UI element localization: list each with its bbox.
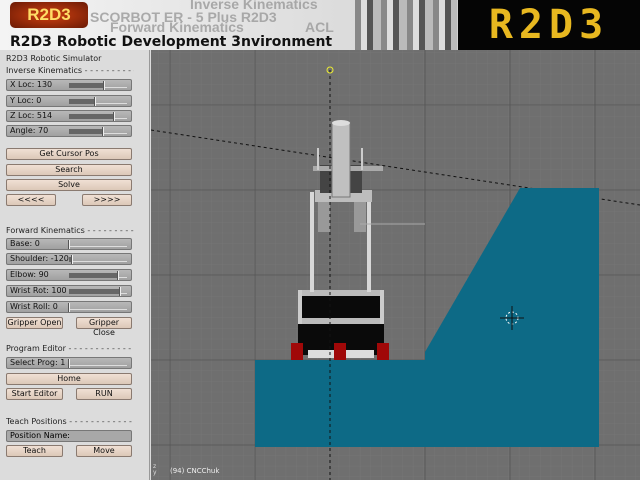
position-name-field[interactable]: Position Name: [6, 430, 132, 442]
slider-x-loc[interactable]: X Loc: 130 [6, 79, 132, 91]
slider-knob[interactable] [117, 271, 120, 280]
move-button[interactable]: Move [76, 445, 132, 457]
solve-button[interactable]: Solve [6, 179, 132, 191]
slider-knob[interactable] [94, 97, 97, 106]
previous-button[interactable]: <<<< [6, 194, 56, 206]
slider-angle[interactable]: Angle: 70 [6, 125, 132, 137]
section-teach-positions: Teach Positions [6, 417, 134, 426]
base-block[interactable] [255, 360, 425, 447]
slider-knob[interactable] [102, 81, 105, 90]
app-title: R2D3 Robotic Development 3nvironment [10, 34, 333, 50]
search-button[interactable]: Search [6, 164, 132, 176]
slider-knob[interactable] [101, 127, 104, 136]
logo-small: R2D3 [10, 2, 88, 28]
slider-z-loc[interactable]: Z Loc: 514 [6, 110, 132, 122]
slider-fill [69, 273, 119, 278]
section-inverse-kinematics: Inverse Kinematics [6, 66, 134, 75]
slider-base[interactable]: Base: 0 [6, 238, 132, 250]
select-program-slider[interactable]: Select Prog: 1 [6, 357, 132, 369]
robot-photos [355, 0, 457, 50]
banner: R2D3 Inverse Kinematics SCORBOT ER - 5 P… [0, 0, 640, 50]
slider-knob[interactable] [68, 359, 70, 368]
control-panel: R2D3 Robotic Simulator Inverse Kinematic… [0, 50, 150, 480]
slider-shoulder[interactable]: Shoulder: -120 [6, 253, 132, 265]
slider-elbow[interactable]: Elbow: 90 [6, 269, 132, 281]
banner-ghost-text: ACL [305, 19, 334, 35]
slider-label: Z Loc: 514 [10, 111, 53, 120]
slider-label: Angle: 70 [10, 126, 49, 135]
slider-label: Wrist Rot: 100 [10, 286, 67, 295]
start-editor-button[interactable]: Start Editor [6, 388, 63, 400]
slider-fill [69, 289, 121, 294]
slider-knob[interactable] [70, 255, 73, 264]
teach-button[interactable]: Teach [6, 445, 63, 457]
3d-viewport[interactable] [151, 50, 640, 480]
slider-wrist-roll[interactable]: Wrist Roll: 0 [6, 301, 132, 313]
slider-label: Y Loc: 0 [10, 96, 42, 105]
banner-ghost-text: Forward Kinematics [110, 19, 244, 35]
section-program-editor: Program Editor [6, 344, 134, 353]
axis-gizmo: z y [153, 463, 157, 476]
gripper-close-button[interactable]: Gripper Close [76, 317, 132, 337]
slider-label: Elbow: 90 [10, 270, 49, 279]
slider-fill [69, 114, 115, 119]
slider-knob[interactable] [68, 303, 70, 312]
slider-knob[interactable] [113, 112, 116, 121]
get-cursor-pos-button[interactable]: Get Cursor Pos [6, 148, 132, 160]
slider-y-loc[interactable]: Y Loc: 0 [6, 95, 132, 107]
slider-knob[interactable] [68, 240, 70, 249]
slider-wrist-rot[interactable]: Wrist Rot: 100 [6, 285, 132, 297]
slider-fill [69, 83, 104, 88]
home-button[interactable]: Home [6, 373, 132, 385]
run-button[interactable]: RUN [76, 388, 132, 400]
gripper-open-button[interactable]: Gripper Open [6, 317, 63, 329]
slider-knob[interactable] [119, 287, 122, 296]
slider-fill [69, 99, 96, 104]
slider-fill [69, 129, 103, 134]
slider-label: Base: 0 [10, 239, 40, 248]
slider-label: Select Prog: 1 [10, 358, 66, 367]
next-button[interactable]: >>>> [82, 194, 132, 206]
slider-label: Shoulder: -120 [10, 254, 69, 263]
panel-title: R2D3 Robotic Simulator [6, 54, 102, 63]
viewport-status: (94) CNCChuk [170, 467, 220, 475]
slider-label: Wrist Roll: 0 [10, 302, 58, 311]
logo-big: R2D3 [458, 0, 640, 50]
slider-label: X Loc: 130 [10, 80, 53, 89]
section-forward-kinematics: Forward Kinematics [6, 226, 134, 235]
